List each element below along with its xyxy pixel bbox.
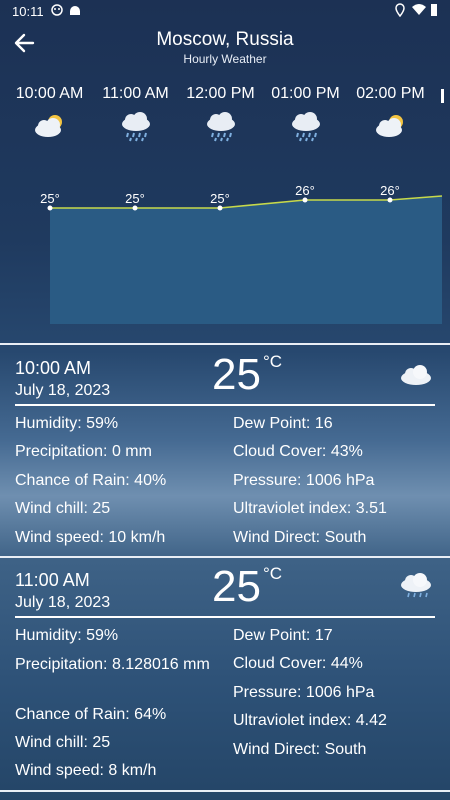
wind-direction-value: Wind Direct: South [233,529,367,546]
notification-icon [51,4,63,16]
temperature-label: 26° [380,183,400,198]
partly-cloudy-icon [375,115,403,137]
hour-time: 01:00 PM [271,85,340,102]
hourly-strip[interactable]: 10:00 AM 11:00 AM 12:00 PM 01:00 PM 02:0… [0,85,450,145]
rain-cloud-icon [121,112,150,142]
temperature-area [50,196,442,324]
temperature-point [132,205,138,211]
temperature-point [302,197,308,203]
temperature-chart: 25° 25° 25° 26° 26° [40,183,443,324]
precipitation-value: Precipitation: 0 mm [15,443,152,460]
status-time: 10:11 [12,4,44,19]
hour-item[interactable]: 12:00 PM [178,85,263,142]
hour-item[interactable]: 02:00 PM [348,85,433,142]
wind-chill-value: Wind chill: 25 [15,500,111,517]
detail-temperature: 25 [212,562,261,611]
detail-date: July 18, 2023 [15,382,111,399]
battery-icon [431,4,437,16]
status-bar: 10:11 [0,0,450,22]
next-hour-edge [441,89,444,103]
uv-index-value: Ultraviolet index: 4.42 [233,712,387,729]
uv-index-value: Ultraviolet index: 3.51 [233,500,387,517]
cloud-cover-value: Cloud Cover: 44% [233,655,363,672]
temperature-point [47,205,53,211]
detail-underline [15,404,435,406]
hour-time: 12:00 PM [186,85,255,102]
rain-cloud-icon [291,112,320,142]
hour-time: 02:00 PM [356,85,425,102]
rain-cloud-icon [401,573,431,598]
wind-direction-value: Wind Direct: South [233,741,367,758]
humidity-value: Humidity: 59% [15,415,119,432]
hour-time: 10:00 AM [15,85,84,102]
wind-chill-value: Wind chill: 25 [15,734,111,751]
wifi-icon [412,4,426,15]
wind-speed-value: Wind speed: 10 km/h [15,529,166,546]
detail-unit: °C [263,352,283,371]
temperature-point [387,197,393,203]
section-divider [0,556,450,558]
hour-item[interactable]: 10:00 AM [7,85,92,142]
temperature-label: 25° [210,191,230,206]
partly-cloudy-icon [401,365,431,385]
detail-underline [15,616,435,618]
hour-item[interactable]: 11:00 AM [93,85,178,142]
hour-time: 11:00 AM [102,85,169,102]
wind-speed-value: Wind speed: 8 km/h [15,762,157,779]
section-divider [0,790,450,792]
dew-point-value: Dew Point: 17 [233,627,333,644]
rain-cloud-icon [206,112,235,142]
detail-date: July 18, 2023 [15,594,111,611]
page-title: Moscow, Russia [156,29,294,50]
humidity-value: Humidity: 59% [15,627,119,644]
temperature-label: 25° [125,191,145,206]
temperature-label: 26° [295,183,315,198]
rain-chance-value: Chance of Rain: 64% [15,706,167,723]
detail-time: 11:00 AM [15,570,90,590]
hour-item[interactable]: 01:00 PM [263,85,348,142]
section-divider [0,343,450,345]
android-icon [70,6,80,15]
temperature-label: 25° [40,191,60,206]
pressure-value: Pressure: 1006 hPa [233,684,375,701]
partly-cloudy-icon [34,115,62,137]
pressure-value: Pressure: 1006 hPa [233,472,375,489]
detail-unit: °C [263,564,283,583]
temperature-point [217,205,223,211]
precipitation-value: Precipitation: 8.128016 mm [15,656,210,673]
rain-chance-value: Chance of Rain: 40% [15,472,167,489]
detail-temperature: 25 [212,350,261,399]
page-subtitle: Hourly Weather [183,52,267,66]
cloud-cover-value: Cloud Cover: 43% [233,443,363,460]
detail-time: 10:00 AM [15,358,92,378]
dew-point-value: Dew Point: 16 [233,415,333,432]
location-icon [395,3,405,17]
